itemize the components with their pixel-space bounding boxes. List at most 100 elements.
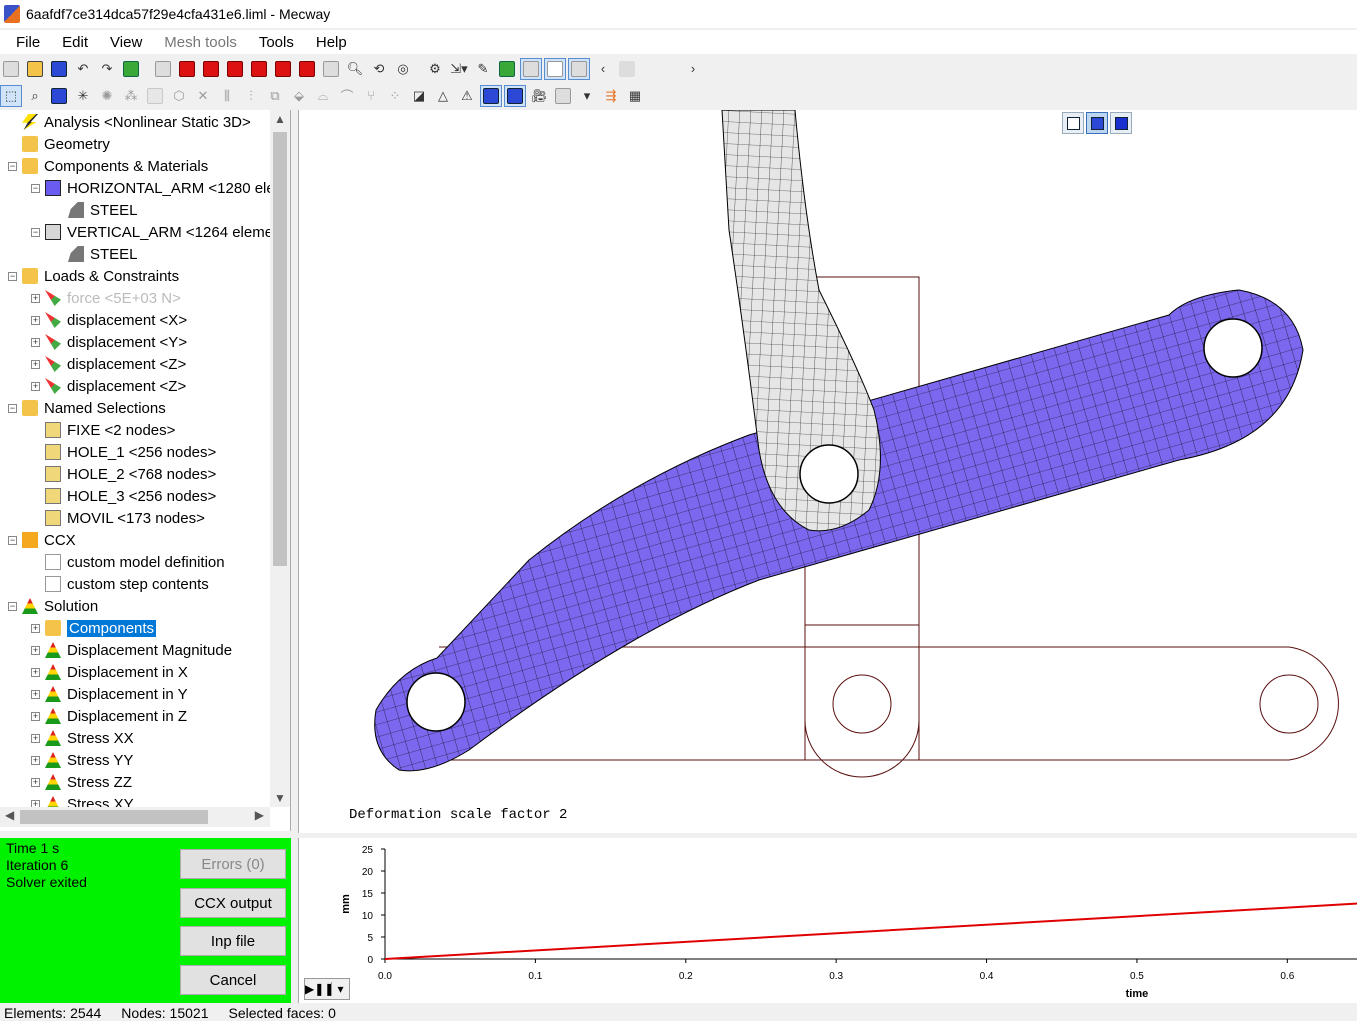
scroll-thumb[interactable] <box>273 132 287 566</box>
menu-mesh-tools[interactable]: Mesh tools <box>148 34 247 51</box>
select-edges-icon[interactable]: ⁂ <box>120 85 142 107</box>
tree-horizontal-scrollbar[interactable]: ◀ ▶ <box>0 807 270 827</box>
view-top-icon[interactable] <box>272 58 294 80</box>
menu-edit[interactable]: Edit <box>46 34 98 51</box>
tree-item[interactable]: + displacement <Y> <box>31 331 187 353</box>
ccx-output-button[interactable]: CCX output <box>180 888 286 918</box>
layers-icon[interactable] <box>120 58 142 80</box>
rotate-icon[interactable]: ⟲ <box>368 58 390 80</box>
view-left-icon[interactable] <box>224 58 246 80</box>
tree-expander[interactable]: + <box>31 777 40 787</box>
tree-expander[interactable]: + <box>31 711 40 721</box>
undeformed-outline-icon[interactable] <box>504 84 526 107</box>
menu-file[interactable]: File <box>0 34 50 51</box>
edit-geometry-icon[interactable]: ✎ <box>472 58 494 80</box>
tree-item[interactable]: + displacement <X> <box>31 309 187 331</box>
tree-expander[interactable]: − <box>8 535 17 545</box>
wire-cube-button[interactable] <box>1062 112 1084 134</box>
select-faces-icon[interactable] <box>48 85 70 107</box>
tree-item[interactable]: STEEL <box>54 243 138 265</box>
errors-button[interactable]: Errors (0) <box>180 849 286 879</box>
tree-expander[interactable]: + <box>31 381 40 391</box>
deformed-shape-icon[interactable] <box>480 84 502 107</box>
tree-item[interactable]: + Stress XX <box>31 727 134 749</box>
tree-item[interactable]: + Stress ZZ <box>31 771 132 793</box>
selection-mode-dropdown-icon[interactable]: ⇲▾ <box>448 58 470 80</box>
revolve-icon[interactable]: ⌓ <box>312 85 334 107</box>
tree-expander[interactable]: − <box>31 227 40 237</box>
save-icon[interactable] <box>48 58 70 80</box>
tree-item[interactable]: + force <5E+03 N> <box>31 287 181 309</box>
tree-item[interactable]: + Displacement in Z <box>31 705 187 727</box>
tree-item[interactable]: Analysis <Nonlinear Static 3D> <box>8 111 251 133</box>
extrude-icon[interactable]: ⫼ <box>216 85 238 107</box>
tree-item[interactable]: STEEL <box>54 199 138 221</box>
tree-item[interactable]: custom model definition <box>31 551 225 573</box>
tree-item[interactable]: − Solution <box>8 595 98 617</box>
mesh-view-icon[interactable] <box>568 57 590 80</box>
tree-expander[interactable]: + <box>31 689 40 699</box>
tree-item[interactable]: − Loads & Constraints <box>8 265 179 287</box>
scroll-left-icon[interactable]: ◀ <box>5 808 14 822</box>
redo-icon[interactable]: ↷ <box>96 58 118 80</box>
triangle-icon[interactable]: ⚠ <box>456 85 478 107</box>
toolbar-scroll-right-icon[interactable]: › <box>682 58 704 80</box>
new-file-icon[interactable] <box>0 58 22 80</box>
tree-item[interactable]: − Named Selections <box>8 397 166 419</box>
tree-expander[interactable]: + <box>31 733 40 743</box>
move-icon[interactable]: ⬙ <box>288 85 310 107</box>
tree-expander[interactable]: − <box>8 601 17 611</box>
menu-view[interactable]: View <box>94 34 152 51</box>
animation-icon[interactable]: 🎥︎ <box>528 85 550 107</box>
menu-help[interactable]: Help <box>300 34 357 51</box>
tree-vertical-scrollbar[interactable]: ▲ ▼ <box>270 110 290 807</box>
tree-expander[interactable]: − <box>8 161 17 171</box>
split-icon[interactable]: ⑂ <box>360 85 382 107</box>
load-arrows-icon[interactable]: ⇶ <box>600 85 622 107</box>
dropdown-arrow-icon[interactable]: ▾ <box>576 85 598 107</box>
tree-expander[interactable]: − <box>31 183 40 193</box>
select-elements-icon[interactable]: ✺ <box>96 85 118 107</box>
zoom-icon[interactable]: 🔍︎ <box>344 58 366 80</box>
chevron-down-icon[interactable]: ▾ <box>331 982 349 996</box>
view-back-icon[interactable] <box>200 58 222 80</box>
zoom-fit-icon[interactable]: ◎ <box>392 58 414 80</box>
tree-item[interactable]: + Displacement in Y <box>31 683 188 705</box>
model-tree[interactable]: Analysis <Nonlinear Static 3D> Geometry − C… <box>0 110 291 831</box>
tree-item[interactable]: − VERTICAL_ARM <1264 elemer <box>31 221 278 243</box>
select-nodes-icon[interactable]: ✳ <box>72 85 94 107</box>
select-box-icon[interactable]: ⬚ <box>0 84 22 107</box>
tree-item[interactable]: HOLE_2 <768 nodes> <box>31 463 216 485</box>
tree-item[interactable]: + Components <box>31 617 157 639</box>
sweep-icon[interactable]: ⫶ <box>240 85 262 107</box>
tree-item[interactable]: − CCX <box>8 529 76 551</box>
scroll-up-icon[interactable]: ▲ <box>274 112 286 126</box>
cube-outline-icon[interactable]: ⬡ <box>168 85 190 107</box>
open-folder-icon[interactable] <box>24 58 46 80</box>
tree-expander[interactable]: + <box>31 315 40 325</box>
tree-expander[interactable]: − <box>8 403 17 413</box>
tree-item[interactable]: − HORIZONTAL_ARM <1280 ele <box>31 177 275 199</box>
tree-expander[interactable]: + <box>31 337 40 347</box>
view-bottom-icon[interactable] <box>296 58 318 80</box>
scroll-thumb[interactable] <box>20 810 208 824</box>
shaded-cube-button[interactable] <box>1086 112 1108 134</box>
select-lasso-icon[interactable]: ⌕ <box>24 85 46 107</box>
cancel-button[interactable]: Cancel <box>180 965 286 995</box>
play-pause-button[interactable]: ▶❚❚ ▾ <box>304 978 350 1000</box>
contour-icon[interactable] <box>552 85 574 107</box>
shaded-view-icon[interactable] <box>520 57 542 80</box>
box-icon[interactable] <box>144 85 166 107</box>
tetra-icon[interactable]: △ <box>432 85 454 107</box>
view-front-icon[interactable] <box>176 58 198 80</box>
display-options-icon[interactable]: ⚙ <box>424 58 446 80</box>
scroll-down-icon[interactable]: ▼ <box>274 791 286 805</box>
tree-expander[interactable]: + <box>31 645 40 655</box>
zoom-window-icon[interactable] <box>320 58 342 80</box>
tree-item[interactable]: HOLE_1 <256 nodes> <box>31 441 216 463</box>
tree-item[interactable]: + displacement <Z> <box>31 375 186 397</box>
nodes-icon[interactable]: ⁘ <box>384 85 406 107</box>
table-icon[interactable]: ▦ <box>624 85 646 107</box>
3d-viewport[interactable]: Deformation scale factor 2 <box>298 110 1357 833</box>
refine-icon[interactable]: ◪ <box>408 85 430 107</box>
